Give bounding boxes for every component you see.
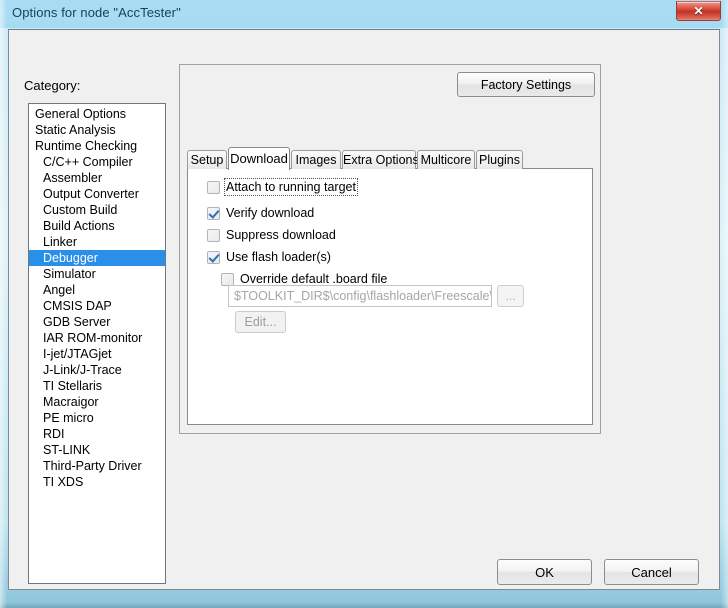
category-item-macraigor[interactable]: Macraigor xyxy=(29,394,165,410)
checkbox-label-override-default-board-file: Override default .board file xyxy=(240,272,388,286)
edit-board-file-button[interactable]: Edit... xyxy=(235,311,286,333)
factory-settings-button[interactable]: Factory Settings xyxy=(457,72,595,97)
category-item-angel[interactable]: Angel xyxy=(29,282,165,298)
ok-button[interactable]: OK xyxy=(497,559,592,585)
category-item-custom-build[interactable]: Custom Build xyxy=(29,202,165,218)
category-item-third-party-driver[interactable]: Third-Party Driver xyxy=(29,458,165,474)
checkbox-row-use-flash-loaders[interactable]: Use flash loader(s) xyxy=(207,250,331,264)
checkbox-row-override-default-board-file[interactable]: Override default .board file xyxy=(221,272,387,286)
category-listbox[interactable]: General Options Static Analysis Runtime Ch… xyxy=(28,103,166,584)
browse-board-file-button[interactable]: ... xyxy=(497,285,524,307)
cancel-button[interactable]: Cancel xyxy=(604,559,699,585)
checkbox-label-suppress-download: Suppress download xyxy=(226,228,336,242)
tab-plugins[interactable]: Plugins xyxy=(476,150,523,169)
title-bar[interactable]: Options for node "AccTester" ✕ xyxy=(0,0,728,28)
category-item-cmsis-dap[interactable]: CMSIS DAP xyxy=(29,298,165,314)
category-item-st-link[interactable]: ST-LINK xyxy=(29,442,165,458)
category-item-simulator[interactable]: Simulator xyxy=(29,266,165,282)
category-item-iar-rom-monitor[interactable]: IAR ROM-monitor xyxy=(29,330,165,346)
checkbox-label-attach-to-running-target: Attach to running target xyxy=(224,178,358,196)
checkbox-suppress-download[interactable] xyxy=(207,229,220,242)
checkbox-label-use-flash-loaders: Use flash loader(s) xyxy=(226,250,331,264)
tab-extra-options[interactable]: Extra Options xyxy=(342,150,419,169)
category-item-ti-stellaris[interactable]: TI Stellaris xyxy=(29,378,165,394)
category-item-ti-xds[interactable]: TI XDS xyxy=(29,474,165,490)
checkbox-verify-download[interactable] xyxy=(207,207,220,220)
category-item-debugger[interactable]: Debugger xyxy=(29,250,165,266)
category-item-build-actions[interactable]: Build Actions xyxy=(29,218,165,234)
category-item-j-link-j-trace[interactable]: J-Link/J-Trace xyxy=(29,362,165,378)
category-item-gdb-server[interactable]: GDB Server xyxy=(29,314,165,330)
tab-images[interactable]: Images xyxy=(291,150,341,169)
category-item-runtime-checking[interactable]: Runtime Checking xyxy=(29,138,165,154)
checkbox-row-suppress-download[interactable]: Suppress download xyxy=(207,228,336,242)
category-item-linker[interactable]: Linker xyxy=(29,234,165,250)
window-title: Options for node "AccTester" xyxy=(12,5,181,20)
category-item-assembler[interactable]: Assembler xyxy=(29,170,165,186)
category-item-output-converter[interactable]: Output Converter xyxy=(29,186,165,202)
category-item-pe-micro[interactable]: PE micro xyxy=(29,410,165,426)
close-button[interactable]: ✕ xyxy=(676,1,721,21)
board-file-path-input[interactable]: $TOOLKIT_DIR$\config\flashloader\Freesca… xyxy=(228,285,492,307)
tab-download[interactable]: Download xyxy=(228,147,290,170)
tab-multicore[interactable]: Multicore xyxy=(417,150,475,169)
checkbox-use-flash-loaders[interactable] xyxy=(207,251,220,264)
checkbox-row-attach-to-running-target[interactable]: Attach to running target xyxy=(207,178,358,196)
options-dialog-window: Options for node "AccTester" ✕ Category:… xyxy=(0,0,728,608)
category-item-rdi[interactable]: RDI xyxy=(29,426,165,442)
checkbox-row-verify-download[interactable]: Verify download xyxy=(207,206,314,220)
tab-setup[interactable]: Setup xyxy=(187,150,227,169)
category-item-general-options[interactable]: General Options xyxy=(29,106,165,122)
category-item-i-jet-jtagjet[interactable]: I-jet/JTAGjet xyxy=(29,346,165,362)
category-item-c-c-compiler[interactable]: C/C++ Compiler xyxy=(29,154,165,170)
category-label: Category: xyxy=(24,78,81,93)
close-icon: ✕ xyxy=(693,4,704,18)
category-item-static-analysis[interactable]: Static Analysis xyxy=(29,122,165,138)
checkbox-attach-to-running-target[interactable] xyxy=(207,181,220,194)
checkbox-label-verify-download: Verify download xyxy=(226,206,315,220)
options-tab-strip[interactable]: Setup Download Images Extra Options Multicor… xyxy=(187,147,593,170)
